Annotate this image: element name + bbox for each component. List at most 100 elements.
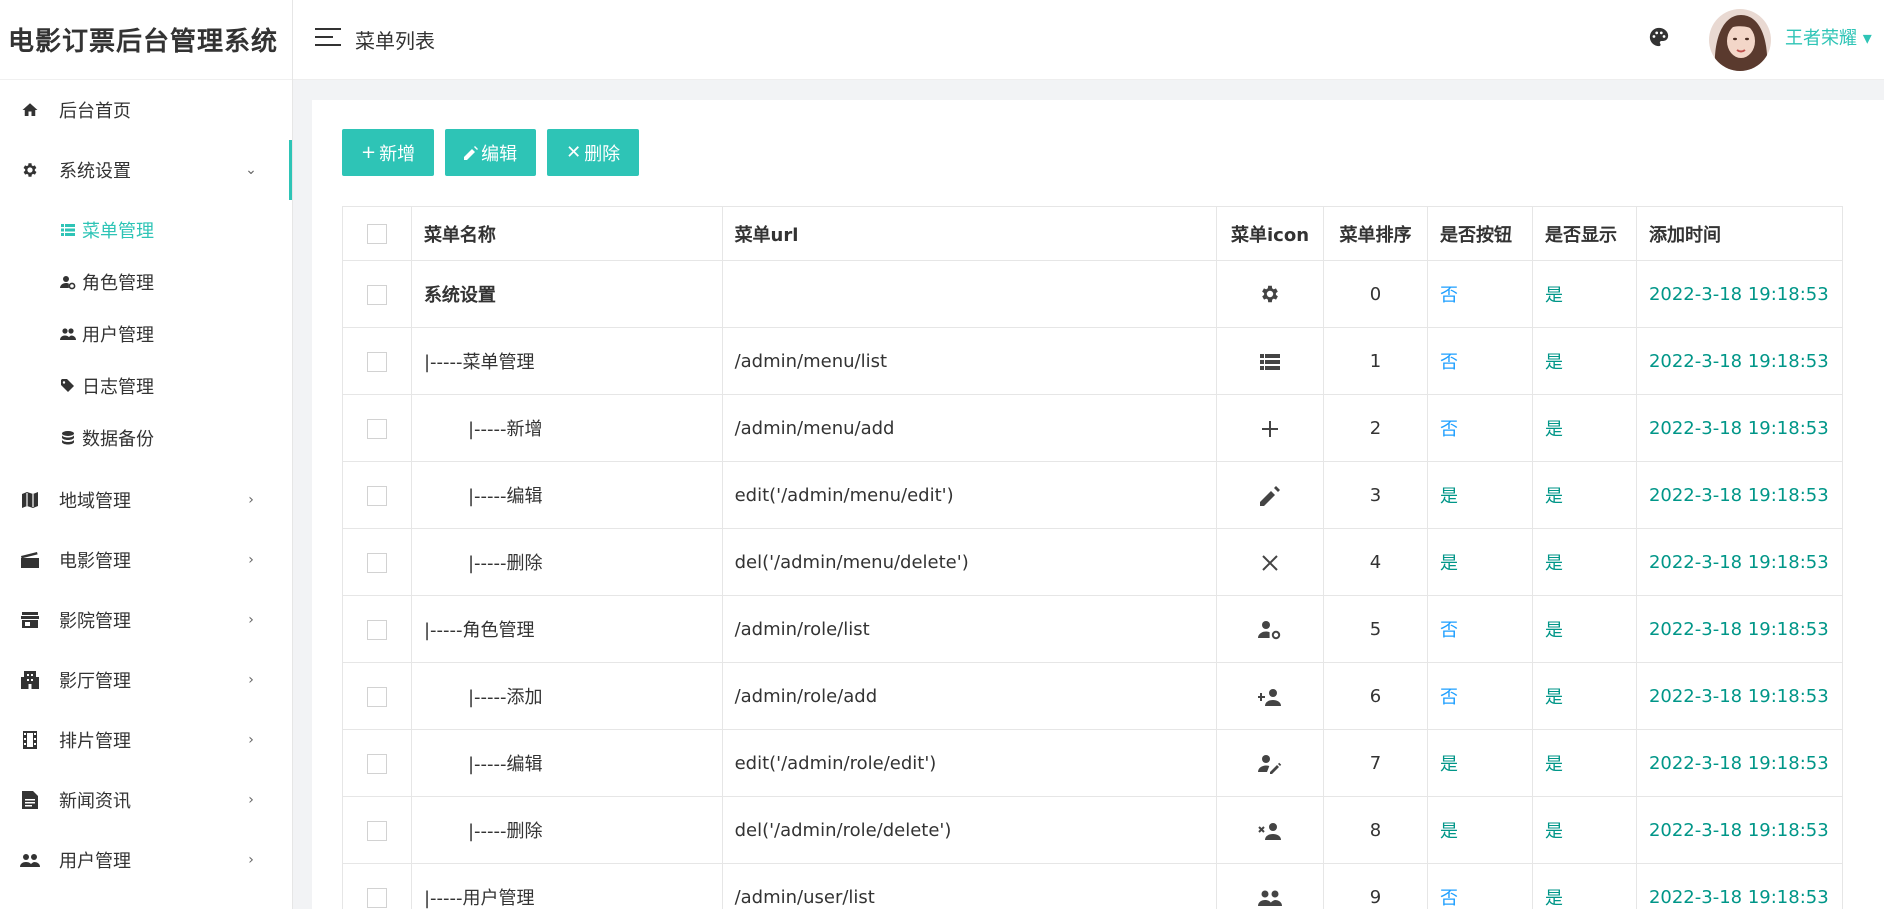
add-button[interactable]: + 新增 bbox=[342, 129, 435, 176]
table-row[interactable]: |-----编辑 edit('/admin/menu/edit') 3 是是 2022-… bbox=[342, 461, 1844, 529]
user-gear-icon bbox=[60, 274, 76, 290]
map-icon bbox=[20, 490, 40, 510]
is-show-cell: 是 bbox=[1531, 394, 1637, 462]
row-select-cell bbox=[342, 394, 412, 462]
row-select-cell bbox=[342, 863, 412, 909]
menu-name-cell: |-----添加 bbox=[410, 662, 723, 730]
table-row[interactable]: 系统设置 0 否是 2022-3-18 19:18:53 bbox=[342, 260, 1844, 328]
add-button-label: 新增 bbox=[379, 143, 416, 165]
select-all-checkbox[interactable] bbox=[366, 224, 387, 244]
sidebar-subitem-log-management[interactable]: 日志管理 bbox=[0, 360, 292, 412]
store-icon bbox=[20, 610, 40, 630]
table-row[interactable]: |-----用户管理/admin/user/list 9 否是 2022-3-18 1… bbox=[342, 863, 1844, 909]
delete-button[interactable]: ✕ 删除 bbox=[547, 129, 640, 176]
menu-icon-cell bbox=[1216, 461, 1325, 529]
table-row[interactable]: |-----新增/admin/menu/add 2 否是 2022-3-18 19:1… bbox=[342, 394, 1844, 462]
column-header: 添加时间 bbox=[1635, 206, 1844, 261]
sidebar-item-label: 新闻资讯 bbox=[59, 791, 131, 812]
plus-icon bbox=[1262, 420, 1279, 437]
edit-button[interactable]: 编辑 bbox=[445, 129, 537, 176]
plus-icon: + bbox=[361, 142, 377, 163]
is-show-cell: 是 bbox=[1531, 327, 1637, 395]
row-select-cell bbox=[342, 327, 412, 395]
sidebar-subitem-data-backup[interactable]: 数据备份 bbox=[0, 412, 292, 464]
table-row[interactable]: |-----添加/admin/role/add 6 否是 2022-3-18 19:1… bbox=[342, 662, 1844, 730]
row-checkbox[interactable] bbox=[366, 887, 387, 908]
app-title: 电影订票后台管理系统 bbox=[0, 0, 292, 80]
menu-name-cell: 系统设置 bbox=[410, 260, 723, 328]
menu-icon-cell bbox=[1216, 595, 1325, 663]
users-icon bbox=[1258, 890, 1283, 906]
add-time-cell: 2022-3-18 19:18:53 bbox=[1635, 528, 1844, 596]
menu-icon-cell bbox=[1216, 394, 1325, 462]
edit-button-label: 编辑 bbox=[481, 143, 518, 165]
row-checkbox[interactable] bbox=[366, 284, 387, 305]
menu-url-cell: /admin/menu/add bbox=[721, 394, 1218, 462]
column-header: 是否显示 bbox=[1531, 206, 1637, 261]
sidebar-item-label: 电影管理 bbox=[59, 551, 131, 572]
sidebar-item-label: 地域管理 bbox=[59, 491, 131, 512]
sidebar-item-movie-management[interactable]: 电影管理 › bbox=[0, 530, 292, 590]
menu-name-cell: |-----角色管理 bbox=[410, 595, 723, 663]
menu-url-cell: /admin/menu/list bbox=[721, 327, 1218, 395]
table-row[interactable]: |-----编辑 edit('/admin/role/edit') 7 是是 2022-… bbox=[342, 729, 1844, 797]
menu-table: 菜单名称 菜单url 菜单icon 菜单排序 是否按钮 是否显示 添加时间 系统… bbox=[342, 206, 1844, 909]
is-button-cell: 是 bbox=[1427, 528, 1533, 596]
menu-order-cell: 5 bbox=[1323, 595, 1428, 663]
sidebar-subitem-user-management[interactable]: 用户管理 bbox=[0, 308, 292, 360]
row-checkbox[interactable] bbox=[366, 418, 387, 439]
is-show-cell: 是 bbox=[1531, 461, 1637, 529]
sidebar-item-system-settings[interactable]: 系统设置 ⌄ bbox=[0, 140, 292, 200]
palette-icon[interactable] bbox=[1648, 26, 1674, 52]
sidebar-item-schedule-management[interactable]: 排片管理 › bbox=[0, 710, 292, 770]
menu-url-cell: del('/admin/role/delete') bbox=[721, 796, 1218, 864]
sidebar-item-region-management[interactable]: 地域管理 › bbox=[0, 470, 292, 530]
row-checkbox[interactable] bbox=[366, 485, 387, 506]
menu-order-cell: 8 bbox=[1323, 796, 1428, 864]
menu-order-cell: 2 bbox=[1323, 394, 1428, 462]
users-icon bbox=[20, 850, 40, 870]
row-checkbox[interactable] bbox=[366, 686, 387, 707]
menu-icon-cell bbox=[1216, 662, 1325, 730]
avatar[interactable] bbox=[1709, 9, 1771, 71]
row-select-cell bbox=[342, 461, 412, 529]
table-row[interactable]: |-----菜单管理/admin/menu/list 1 否是 2022-3-18 1… bbox=[342, 327, 1844, 395]
sidebar-item-cinema-management[interactable]: 影院管理 › bbox=[0, 590, 292, 650]
row-checkbox[interactable] bbox=[366, 753, 387, 774]
row-select-cell bbox=[342, 595, 412, 663]
row-select-cell bbox=[342, 528, 412, 596]
menu-name-cell: |-----删除 bbox=[410, 528, 723, 596]
table-row[interactable]: |-----删除 del('/admin/menu/delete') 4 是是 2022… bbox=[342, 528, 1844, 596]
add-time-cell: 2022-3-18 19:18:53 bbox=[1635, 394, 1844, 462]
row-checkbox[interactable] bbox=[366, 820, 387, 841]
sidebar-subitem-role-management[interactable]: 角色管理 bbox=[0, 256, 292, 308]
hamburger-menu-icon[interactable] bbox=[315, 28, 341, 48]
tag-icon bbox=[60, 378, 76, 394]
sidebar-item-news[interactable]: 新闻资讯 › bbox=[0, 770, 292, 830]
row-checkbox[interactable] bbox=[366, 552, 387, 573]
username-dropdown[interactable]: 王者荣耀 ▾ bbox=[1785, 24, 1872, 50]
pencil-icon bbox=[1260, 485, 1281, 506]
sidebar-item-home[interactable]: 后台首页 bbox=[0, 80, 292, 140]
menu-order-cell: 0 bbox=[1323, 260, 1428, 328]
sidebar-subitem-menu-management[interactable]: 菜单管理 bbox=[0, 204, 292, 256]
row-checkbox[interactable] bbox=[366, 619, 387, 640]
table-row[interactable]: |-----删除 del('/admin/role/delete') 8 是是 2022… bbox=[342, 796, 1844, 864]
sidebar-subitem-label: 用户管理 bbox=[82, 325, 154, 346]
menu-icon-cell bbox=[1216, 528, 1325, 596]
is-show-cell: 是 bbox=[1531, 595, 1637, 663]
chevron-right-icon: › bbox=[248, 612, 254, 628]
user-edit-icon bbox=[1258, 754, 1282, 774]
menu-url-cell: /admin/role/list bbox=[721, 595, 1218, 663]
chevron-right-icon: › bbox=[248, 852, 254, 868]
sidebar-subitem-label: 菜单管理 bbox=[82, 221, 154, 242]
is-button-cell: 否 bbox=[1427, 863, 1533, 909]
sidebar-item-users[interactable]: 用户管理 › bbox=[0, 830, 292, 890]
row-checkbox[interactable] bbox=[366, 351, 387, 372]
close-icon: ✕ bbox=[566, 142, 582, 163]
sidebar-item-hall-management[interactable]: 影厅管理 › bbox=[0, 650, 292, 710]
sidebar-subitem-label: 数据备份 bbox=[82, 429, 154, 450]
table-row[interactable]: |-----角色管理/admin/role/list 5 否是 2022-3-18 1… bbox=[342, 595, 1844, 663]
is-button-cell: 否 bbox=[1427, 595, 1533, 663]
close-icon bbox=[1262, 554, 1278, 571]
